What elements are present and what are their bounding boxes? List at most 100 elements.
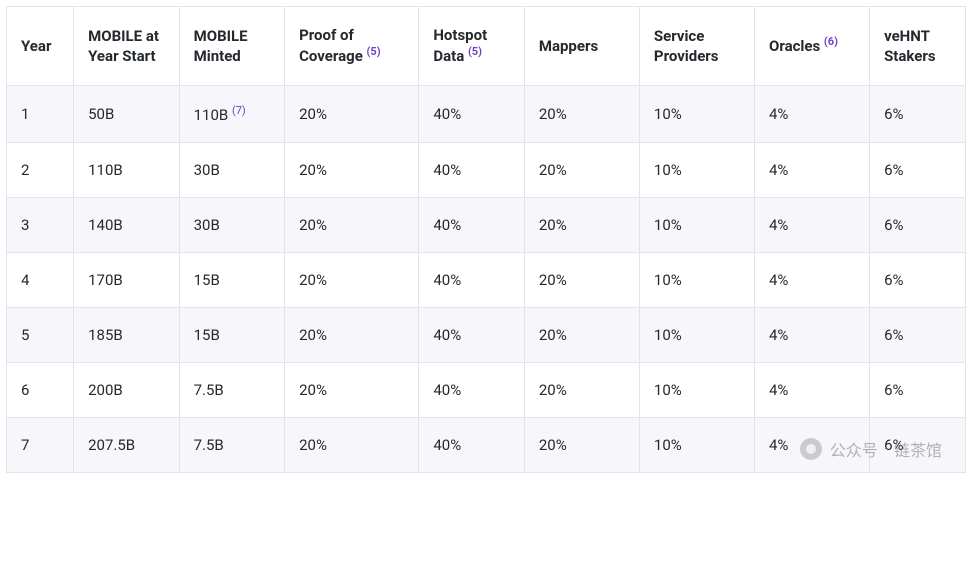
cell-start-value: 110B bbox=[88, 161, 123, 179]
cell-start-value: 170B bbox=[88, 271, 123, 289]
cell-year-value: 1 bbox=[21, 105, 29, 123]
cell-year-value: 7 bbox=[21, 436, 29, 454]
cell-mappers: 20% bbox=[524, 252, 639, 307]
header-stakers: veHNT Stakers bbox=[870, 7, 966, 86]
cell-oracles-value: 4% bbox=[769, 216, 788, 234]
table-row: 3140B30B20%40%20%10%4%6% bbox=[7, 197, 966, 252]
cell-mappers-value: 20% bbox=[539, 381, 567, 399]
cell-mappers-value: 20% bbox=[539, 161, 567, 179]
cell-service-providers-value: 10% bbox=[654, 105, 682, 123]
table-row: 150B110B (7)20%40%20%10%4%6% bbox=[7, 85, 966, 142]
cell-minted-value: 7.5B bbox=[194, 381, 224, 399]
cell-data-value: 40% bbox=[433, 271, 461, 289]
cell-data: 40% bbox=[419, 197, 524, 252]
header-hotspot-data: Hotspot Data (5) bbox=[419, 7, 524, 86]
cell-year: 2 bbox=[7, 142, 74, 197]
cell-minted-value: 15B bbox=[194, 326, 220, 344]
cell-minted: 15B bbox=[179, 307, 284, 362]
cell-stakers: 6% bbox=[870, 85, 966, 142]
cell-start-value: 200B bbox=[88, 381, 123, 399]
cell-minted-value: 30B bbox=[194, 161, 220, 179]
cell-data-value: 40% bbox=[433, 381, 461, 399]
cell-minted: 15B bbox=[179, 252, 284, 307]
table-row: 2 110B 30B 20% 40% 20% 10%4%6% bbox=[7, 142, 966, 197]
cell-data: 40% bbox=[419, 142, 524, 197]
table-row: 5185B15B20%40%20%10%4%6% bbox=[7, 307, 966, 362]
cell-oracles: 4% bbox=[754, 307, 869, 362]
cell-poc: 20% bbox=[285, 252, 419, 307]
cell-mappers: 20% bbox=[524, 362, 639, 417]
cell-service-providers: 10% bbox=[639, 85, 754, 142]
cell-stakers: 6% bbox=[870, 252, 966, 307]
cell-service-providers: 10% bbox=[639, 417, 754, 472]
cell-minted: 30B bbox=[179, 197, 284, 252]
cell-service-providers: 10% bbox=[639, 307, 754, 362]
cell-poc-value: 20% bbox=[299, 105, 327, 123]
cell-poc-value: 20% bbox=[299, 271, 327, 289]
header-mappers: Mappers bbox=[524, 7, 639, 86]
cell-data: 40% bbox=[419, 307, 524, 362]
cell-year-value: 6 bbox=[21, 381, 29, 399]
cell-mappers-value: 20% bbox=[539, 271, 567, 289]
mobile-emissions-table: Year MOBILE at Year Start MOBILE Minted … bbox=[6, 6, 966, 473]
cell-start: 110B bbox=[74, 142, 179, 197]
cell-start-value: 140B bbox=[88, 216, 123, 234]
footnote-ref-5a: (5) bbox=[367, 45, 381, 58]
cell-start: 200B bbox=[74, 362, 179, 417]
header-oracles: Oracles (6) bbox=[754, 7, 869, 86]
cell-mappers-value: 20% bbox=[539, 436, 567, 454]
header-year: Year bbox=[7, 7, 74, 86]
cell-service-providers-value: 10% bbox=[654, 436, 682, 454]
cell-stakers: 6% bbox=[870, 362, 966, 417]
cell-year: 5 bbox=[7, 307, 74, 362]
cell-poc: 20% bbox=[285, 362, 419, 417]
cell-start: 140B bbox=[74, 197, 179, 252]
cell-year: 7 bbox=[7, 417, 74, 472]
cell-data-value: 40% bbox=[433, 216, 461, 234]
cell-minted-value: 110B bbox=[194, 106, 232, 124]
header-row: Year MOBILE at Year Start MOBILE Minted … bbox=[7, 7, 966, 86]
cell-oracles: 4% bbox=[754, 252, 869, 307]
cell-stakers: 6% bbox=[870, 197, 966, 252]
cell-oracles: 4% bbox=[754, 142, 869, 197]
cell-year-value: 2 bbox=[21, 161, 29, 179]
cell-start-value: 207.5B bbox=[88, 436, 135, 454]
cell-stakers-value: 6% bbox=[884, 436, 903, 454]
cell-minted-value: 30B bbox=[194, 216, 220, 234]
cell-service-providers-value: 10% bbox=[654, 326, 682, 344]
cell-start: 185B bbox=[74, 307, 179, 362]
cell-service-providers: 10% bbox=[639, 142, 754, 197]
cell-oracles-value: 4% bbox=[769, 326, 788, 344]
table-header: Year MOBILE at Year Start MOBILE Minted … bbox=[7, 7, 966, 86]
cell-mappers-value: 20% bbox=[539, 105, 567, 123]
cell-start-value: 185B bbox=[88, 326, 123, 344]
cell-stakers: 6% bbox=[870, 142, 966, 197]
header-minted: MOBILE Minted bbox=[179, 7, 284, 86]
cell-poc-value: 20% bbox=[299, 161, 327, 179]
cell-oracles: 4% bbox=[754, 362, 869, 417]
cell-data: 40% bbox=[419, 417, 524, 472]
header-oracles-text: Oracles bbox=[769, 37, 824, 55]
cell-start-value: 50B bbox=[88, 105, 114, 123]
cell-poc-value: 20% bbox=[299, 436, 327, 454]
cell-year-value: 5 bbox=[21, 326, 29, 344]
cell-oracles: 4% bbox=[754, 85, 869, 142]
cell-stakers-value: 6% bbox=[884, 216, 903, 234]
cell-minted-value: 7.5B bbox=[194, 436, 224, 454]
cell-mappers: 20% bbox=[524, 417, 639, 472]
cell-poc: 20% bbox=[285, 307, 419, 362]
cell-poc-value: 20% bbox=[299, 381, 327, 399]
cell-service-providers-value: 10% bbox=[654, 216, 682, 234]
cell-minted: 30B bbox=[179, 142, 284, 197]
cell-mappers: 20% bbox=[524, 197, 639, 252]
table-row: 4170B15B20%40%20%10%4%6% bbox=[7, 252, 966, 307]
table-row: 6200B7.5B20%40%20%10%4%6% bbox=[7, 362, 966, 417]
cell-stakers-value: 6% bbox=[884, 381, 903, 399]
cell-stakers: 6% bbox=[870, 417, 966, 472]
cell-mappers: 20% bbox=[524, 307, 639, 362]
cell-mappers-value: 20% bbox=[539, 216, 567, 234]
cell-minted-value: 15B bbox=[194, 271, 220, 289]
cell-data: 40% bbox=[419, 252, 524, 307]
footnote-ref-5b: (5) bbox=[468, 45, 482, 58]
header-service-providers: Service Providers bbox=[639, 7, 754, 86]
